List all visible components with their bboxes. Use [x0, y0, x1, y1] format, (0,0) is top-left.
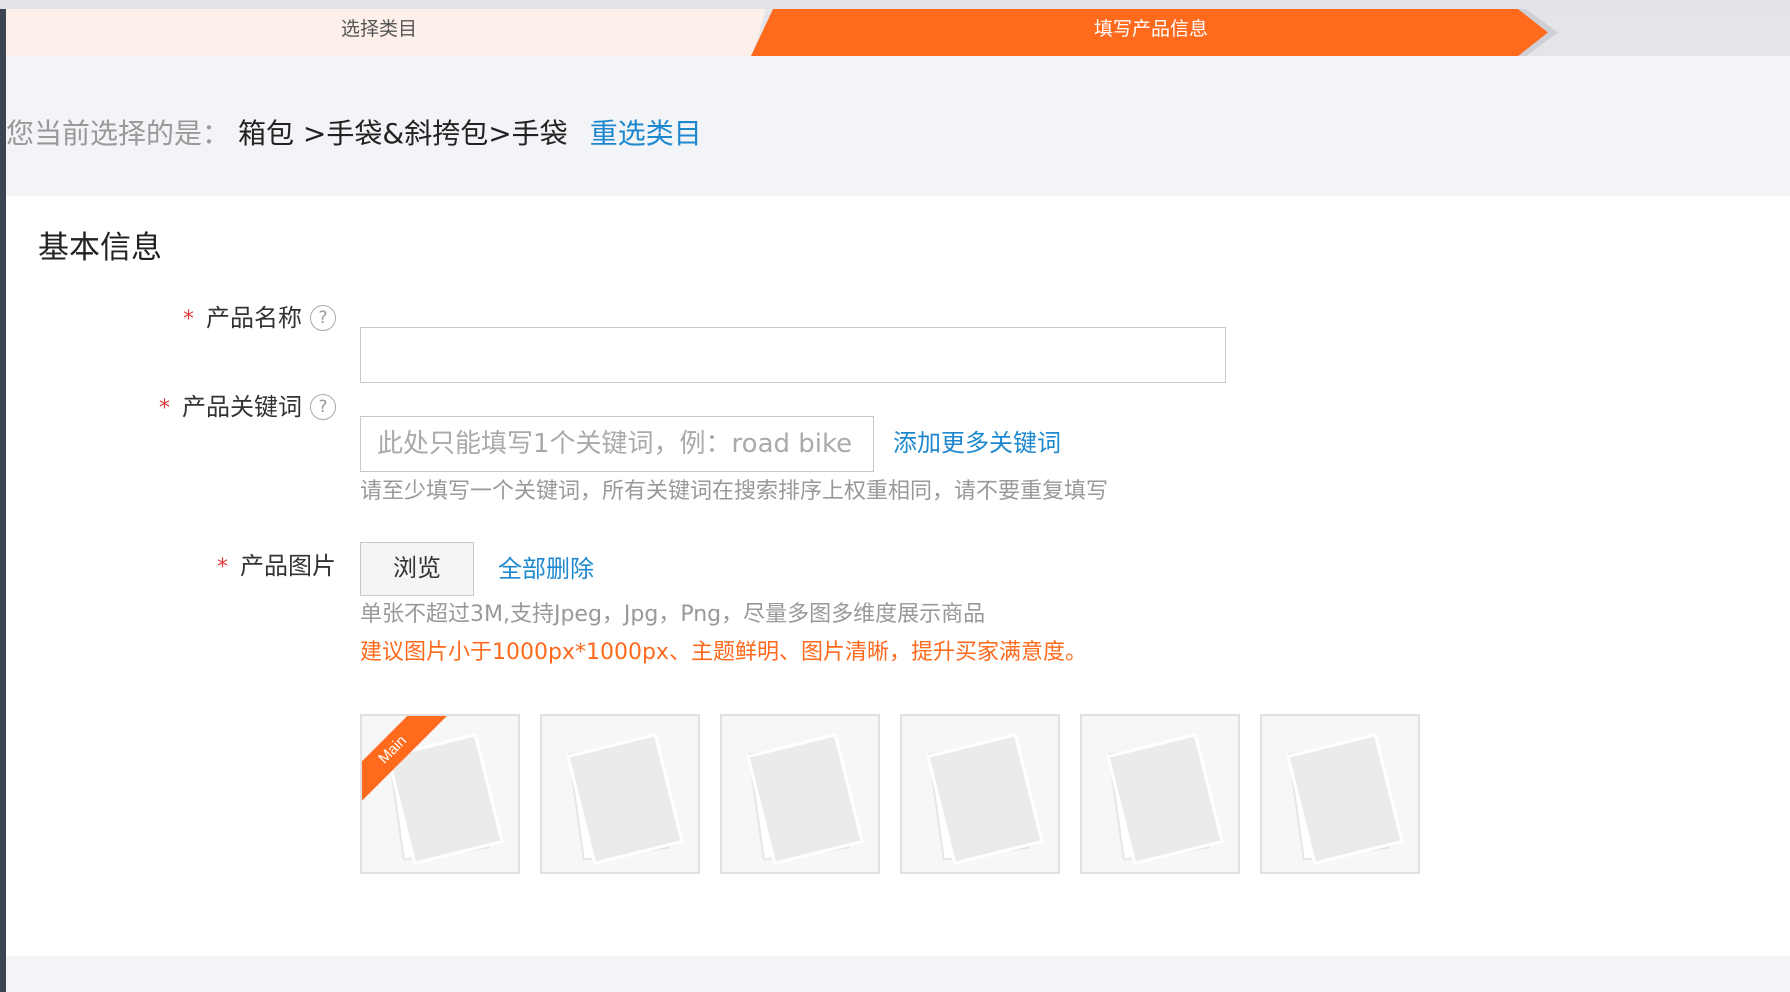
images-label-box: * 产品图片	[6, 548, 336, 584]
selected-category-prefix: 您当前选择的是：	[6, 117, 231, 150]
images-suggestion: 建议图片小于1000px*1000px、主题鲜明、图片清晰，提升买家满意度。	[360, 640, 1087, 665]
keywords-label-text: 产品关键词	[182, 393, 302, 421]
progress-steps: 选择类目 填写产品信息	[6, 9, 1790, 56]
browse-button[interactable]: 浏览	[360, 542, 474, 596]
images-hint: 单张不超过3M,支持Jpeg，Jpg，Png，尽量多图多维度展示商品	[360, 602, 986, 627]
keywords-label: * 产品关键词?	[159, 389, 336, 427]
selected-category-row: 您当前选择的是： 箱包 >手袋&斜挎包>手袋 重选类目	[6, 112, 702, 156]
basic-info-panel: 基本信息 * 产品名称? * 产品关键词? 添加更多关键词 请至少填写一个关键词，所…	[6, 196, 1790, 956]
add-more-keywords-link[interactable]: 添加更多关键词	[893, 425, 1061, 461]
images-label: * 产品图片	[217, 548, 336, 586]
image-slots: Main	[360, 714, 1430, 874]
section-title: 基本信息	[38, 230, 162, 266]
reselect-category-link[interactable]: 重选类目	[590, 117, 702, 150]
keywords-label-box: * 产品关键词?	[6, 389, 336, 425]
step-select-category-label: 选择类目	[340, 18, 417, 40]
delete-all-link[interactable]: 全部删除	[498, 551, 594, 587]
product-name-label: * 产品名称?	[183, 300, 336, 338]
image-slot-main[interactable]: Main	[360, 714, 520, 874]
image-slot[interactable]	[720, 714, 880, 874]
image-placeholder-icon	[926, 732, 1044, 866]
image-placeholder-icon	[1286, 732, 1404, 866]
image-slot[interactable]	[540, 714, 700, 874]
required-asterisk: *	[159, 396, 170, 421]
image-slot[interactable]	[1080, 714, 1240, 874]
required-asterisk: *	[183, 307, 194, 332]
product-name-label-box: * 产品名称?	[6, 300, 336, 336]
image-slot[interactable]	[900, 714, 1060, 874]
product-name-label-text: 产品名称	[206, 304, 302, 332]
top-border	[0, 0, 1790, 9]
question-circle-icon[interactable]: ?	[310, 394, 336, 420]
image-slot[interactable]	[1260, 714, 1420, 874]
question-circle-icon[interactable]: ?	[310, 305, 336, 331]
images-label-text: 产品图片	[240, 552, 336, 580]
selected-category-path: 箱包 >手袋&斜挎包>手袋	[238, 117, 568, 150]
keyword-input[interactable]	[360, 416, 874, 472]
image-placeholder-icon	[566, 732, 684, 866]
keywords-hint: 请至少填写一个关键词，所有关键词在搜索排序上权重相同，请不要重复填写	[360, 479, 1109, 504]
image-placeholder-icon	[746, 732, 864, 866]
image-placeholder-icon	[1106, 732, 1224, 866]
product-name-input[interactable]	[360, 327, 1226, 383]
step-fill-product-info-label: 填写产品信息	[1093, 18, 1208, 40]
required-asterisk: *	[217, 555, 228, 580]
